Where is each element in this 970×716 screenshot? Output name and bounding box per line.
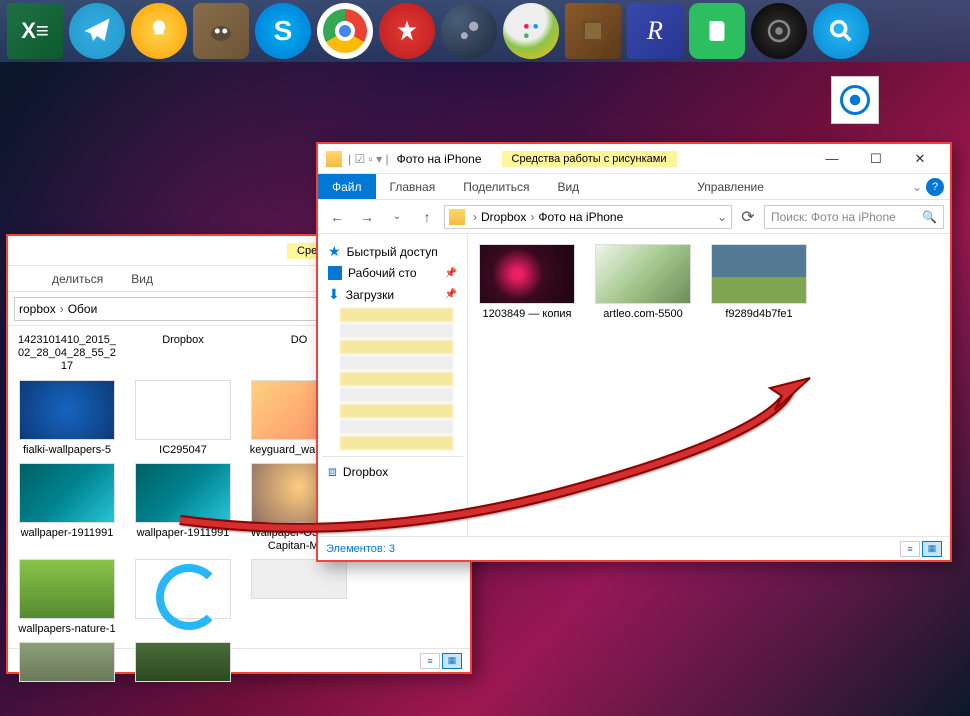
nav-blurred-item: [340, 436, 453, 450]
file-item[interactable]: [16, 642, 118, 686]
obs-icon[interactable]: [751, 3, 807, 59]
nav-blurred-item: [340, 388, 453, 402]
skype-icon[interactable]: S: [255, 3, 311, 59]
item-count: Элементов: 3: [326, 543, 395, 555]
file-item[interactable]: f9289d4b7fe1: [708, 244, 810, 321]
navigation-pane: ★Быстрый доступ Рабочий сто📌 ⬇Загрузки📌 …: [318, 234, 468, 536]
nav-dropbox[interactable]: ⧈Dropbox: [322, 456, 463, 483]
tab-share[interactable]: Поделиться: [449, 174, 543, 199]
thumbnails-view-button[interactable]: ▦: [922, 541, 942, 557]
crumb2: Обои: [68, 302, 98, 316]
file-item[interactable]: [132, 642, 234, 686]
qat-sep: | ☑ ▫ ▾ |: [348, 152, 389, 166]
lightbulb-icon[interactable]: [131, 3, 187, 59]
up-button[interactable]: ↑: [414, 204, 440, 230]
picture-tools-label: Средства работы с рисунками: [502, 151, 677, 167]
explorer-window-front: | ☑ ▫ ▾ | Фото на iPhone Средства работы…: [316, 142, 952, 562]
nav-downloads[interactable]: ⬇Загрузки📌: [322, 283, 463, 306]
nav-blurred-item: [340, 404, 453, 418]
minimize-button[interactable]: —: [810, 145, 854, 173]
forward-button[interactable]: →: [354, 204, 380, 230]
dictionary-icon[interactable]: [565, 3, 621, 59]
nav-blurred-item: [340, 356, 453, 370]
details-view-button[interactable]: ≡: [900, 541, 920, 557]
file-item[interactable]: wallpaper-1911991: [16, 463, 118, 553]
statusbar-front: Элементов: 3 ≡ ▦: [318, 536, 950, 560]
nav-blurred-item: [340, 372, 453, 386]
file-item[interactable]: wallpapers-nature-1: [16, 559, 118, 636]
desktop-shortcut[interactable]: [825, 76, 885, 124]
gimp-icon[interactable]: [193, 3, 249, 59]
maximize-button[interactable]: ☐: [854, 145, 898, 173]
tab-manage[interactable]: Управление: [683, 174, 778, 199]
pin-icon: 📌: [445, 289, 457, 300]
steam-icon[interactable]: [441, 3, 497, 59]
search-icon: 🔍: [922, 210, 937, 224]
file-item[interactable]: Dropbox: [132, 330, 234, 374]
tab-share[interactable]: делиться: [38, 266, 117, 291]
telegram-icon[interactable]: [69, 3, 125, 59]
folder-icon: [449, 209, 465, 225]
excel-icon[interactable]: X≡: [7, 3, 63, 59]
back-button[interactable]: ←: [324, 204, 350, 230]
window-body-front: ★Быстрый доступ Рабочий сто📌 ⬇Загрузки📌 …: [318, 234, 950, 536]
file-item[interactable]: artleo.com-5500: [592, 244, 694, 321]
file-item[interactable]: 1203849 — копия: [476, 244, 578, 321]
nav-quick-access[interactable]: ★Быстрый доступ: [322, 240, 463, 263]
r-app-icon[interactable]: R: [627, 3, 683, 59]
nav-blurred-item: [340, 340, 453, 354]
file-item[interactable]: [132, 559, 234, 636]
taskbar: X≡ S R: [0, 0, 970, 62]
folder-icon: [326, 151, 342, 167]
crumb1: ropbox: [19, 302, 56, 316]
paint-icon[interactable]: [503, 3, 559, 59]
search-app-icon[interactable]: [813, 3, 869, 59]
evernote-icon[interactable]: [689, 3, 745, 59]
thumbnail: [595, 244, 691, 304]
breadcrumb-front[interactable]: › Dropbox › Фото на iPhone ⌄: [444, 205, 732, 229]
crumb2: Фото на iPhone: [538, 210, 623, 224]
chevron-down-icon[interactable]: ⌄: [717, 210, 727, 224]
tab-view[interactable]: Вид: [543, 174, 593, 199]
nav-blurred-item: [340, 420, 453, 434]
pin-icon: 📌: [445, 268, 457, 279]
refresh-icon[interactable]: ⟳: [736, 205, 760, 229]
chrome-icon[interactable]: [317, 3, 373, 59]
ribbon-collapse-icon[interactable]: ⌄: [912, 180, 922, 194]
thumbnail: [711, 244, 807, 304]
tab-home[interactable]: Главная: [376, 174, 450, 199]
ribbon-front: Файл Главная Поделиться Вид Управление ⌄…: [318, 174, 950, 200]
file-item[interactable]: wallpaper-1911991: [132, 463, 234, 553]
addressbar-front: ← → ⌄ ↑ › Dropbox › Фото на iPhone ⌄ ⟳ П…: [318, 200, 950, 234]
crumb1: Dropbox: [481, 210, 526, 224]
thumbnails-view-button[interactable]: ▦: [442, 653, 462, 669]
titlebar-front[interactable]: | ☑ ▫ ▾ | Фото на iPhone Средства работы…: [318, 144, 950, 174]
file-item[interactable]: 1423101410_2015_02_28_04_28_55_217: [16, 330, 118, 374]
shortcut-icon: [831, 76, 879, 124]
tab-view[interactable]: Вид: [117, 266, 167, 291]
window-title: Фото на iPhone: [397, 152, 482, 166]
recent-button[interactable]: ⌄: [384, 204, 410, 230]
crumb-sep: ›: [60, 302, 64, 316]
file-item[interactable]: [248, 559, 350, 636]
file-item[interactable]: fialki-wallpapers-5: [16, 380, 118, 457]
help-icon[interactable]: ?: [926, 178, 944, 196]
close-button[interactable]: ✕: [898, 145, 942, 173]
nav-blurred-item: [340, 308, 453, 322]
nav-desktop[interactable]: Рабочий сто📌: [322, 263, 463, 283]
file-list-front: 1203849 — копия artleo.com-5500 f9289d4b…: [468, 234, 950, 536]
nav-blurred-item: [340, 324, 453, 338]
red-app-icon[interactable]: [379, 3, 435, 59]
details-view-button[interactable]: ≡: [420, 653, 440, 669]
thumbnail: [479, 244, 575, 304]
file-item[interactable]: IC295047: [132, 380, 234, 457]
search-input-front[interactable]: Поиск: Фото на iPhone 🔍: [764, 205, 944, 229]
tab-file[interactable]: Файл: [318, 174, 376, 199]
